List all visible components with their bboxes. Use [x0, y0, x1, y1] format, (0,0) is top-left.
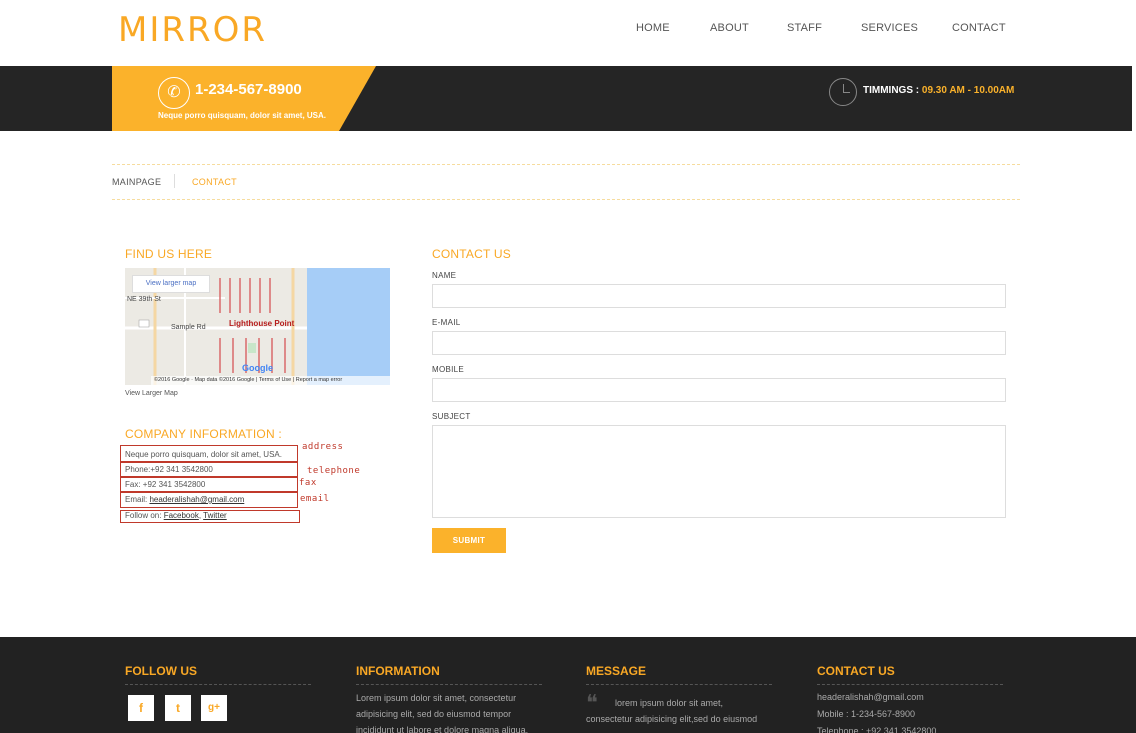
- footer-info-line-3: incididunt ut labore et dolore magna ali…: [356, 725, 529, 733]
- nav-staff[interactable]: STAFF: [787, 22, 822, 34]
- timmings: TIMMINGS : 09.30 AM - 10.00AM: [863, 85, 1014, 96]
- footer-message-title: MESSAGE: [586, 664, 647, 678]
- footer-contact-telephone: Telephone : +92 341 3542800: [817, 726, 937, 733]
- annotation-fax: fax: [299, 478, 317, 488]
- contact-form-title: CONTACT US: [432, 247, 511, 261]
- submit-button[interactable]: SUBMIT: [432, 528, 506, 553]
- twitter-icon[interactable]: t: [165, 695, 191, 721]
- contact-band: ✆ 1-234-567-8900 Neque porro quisquam, d…: [0, 66, 1132, 131]
- google-map[interactable]: View larger map NE 39th St Sample Rd Lig…: [125, 268, 390, 385]
- company-info-title: COMPANY INFORMATION :: [125, 427, 282, 441]
- facebook-icon[interactable]: f: [128, 695, 154, 721]
- company-phone: Phone:+92 341 3542800: [125, 465, 213, 474]
- facebook-link[interactable]: Facebook: [164, 511, 199, 520]
- breadcrumb-current: CONTACT: [192, 177, 237, 187]
- phone-icon: ✆: [158, 77, 190, 109]
- name-label: NAME: [432, 271, 457, 280]
- nav-home[interactable]: HOME: [636, 22, 670, 34]
- main-nav: HOME ABOUT STAFF SERVICES CONTACT: [0, 22, 1136, 42]
- company-email-row: Email: headeralishah@gmail.com: [125, 495, 244, 504]
- company-address: Neque porro quisquam, dolor sit amet, US…: [125, 450, 282, 459]
- map-place-label: Lighthouse Point: [229, 319, 295, 328]
- footer-contact-title: CONTACT US: [817, 664, 895, 678]
- footer-contact-mobile: Mobile : 1-234-567-8900: [817, 709, 916, 719]
- map-footer: ©2016 Google · Map data ©2016 Google | T…: [151, 376, 390, 385]
- phone-banner: [112, 66, 376, 131]
- clock-icon: [829, 78, 857, 106]
- timmings-value: 09.30 AM - 10.00AM: [921, 85, 1015, 96]
- follow-label: Follow on:: [125, 511, 164, 520]
- mobile-input[interactable]: [432, 378, 1006, 402]
- find-us-title: FIND US HERE: [125, 247, 213, 261]
- google-plus-icon[interactable]: g+: [201, 695, 227, 721]
- view-larger-map-button[interactable]: View larger map: [132, 275, 210, 293]
- company-follow-row: Follow on: Facebook, Twitter: [125, 511, 227, 520]
- breadcrumb-divider-top: [112, 164, 1020, 165]
- footer-divider-follow: [125, 684, 311, 685]
- name-input[interactable]: [432, 284, 1006, 308]
- nav-services[interactable]: SERVICES: [861, 22, 918, 34]
- footer-message-line-1: lorem ipsum dolor sit amet,: [615, 698, 724, 708]
- twitter-link[interactable]: Twitter: [203, 511, 227, 520]
- subject-label: SUBJECT: [432, 412, 471, 421]
- annotation-telephone: telephone: [307, 466, 361, 476]
- footer-info-line-2: adipisicing elit, sed do eiusmod tempor: [356, 709, 512, 719]
- map-water: [307, 268, 390, 385]
- timmings-label: TIMMINGS :: [863, 85, 920, 96]
- breadcrumb-mainpage[interactable]: MAINPAGE: [112, 177, 161, 187]
- band-address: Neque porro quisquam, dolor sit amet, US…: [158, 111, 327, 120]
- footer-contact-email[interactable]: headeralishah@gmail.com: [817, 689, 924, 705]
- footer-message-line-2: consectetur adipisicing elit,sed do eius…: [586, 714, 758, 724]
- breadcrumb-separator: [174, 174, 175, 188]
- company-fax: Fax: +92 341 3542800: [125, 480, 206, 489]
- map-label-road: Sample Rd: [171, 324, 206, 331]
- annotation-address: address: [302, 442, 344, 452]
- footer-info-line-1: Lorem ipsum dolor sit amet, consectetur: [356, 693, 517, 703]
- footer-divider-message: [586, 684, 772, 685]
- nav-contact[interactable]: CONTACT: [952, 22, 1006, 34]
- map-label-street: NE 39th St: [127, 296, 161, 303]
- band-phone: 1-234-567-8900: [195, 81, 302, 98]
- subject-textarea[interactable]: [432, 425, 1006, 518]
- footer-divider-contact: [817, 684, 1003, 685]
- site-header: MIRROR HOME ABOUT STAFF SERVICES CONTACT: [0, 0, 1136, 66]
- site-footer: FOLLOW US f t g+ INFORMATION Lorem ipsum…: [0, 637, 1136, 733]
- footer-divider-info: [356, 684, 542, 685]
- footer-info-title: INFORMATION: [356, 664, 440, 678]
- email-field-label: E-MAIL: [432, 318, 461, 327]
- mobile-label: MOBILE: [432, 365, 465, 374]
- email-label: Email:: [125, 495, 150, 504]
- annotation-email: email: [300, 494, 330, 504]
- email-input[interactable]: [432, 331, 1006, 355]
- google-logo: Google: [242, 363, 273, 373]
- email-link[interactable]: headeralishah@gmail.com: [149, 495, 244, 504]
- footer-follow-title: FOLLOW US: [125, 664, 197, 678]
- breadcrumb-divider-bottom: [112, 199, 1020, 200]
- nav-about[interactable]: ABOUT: [710, 22, 749, 34]
- view-larger-map-link[interactable]: View Larger Map: [125, 390, 178, 397]
